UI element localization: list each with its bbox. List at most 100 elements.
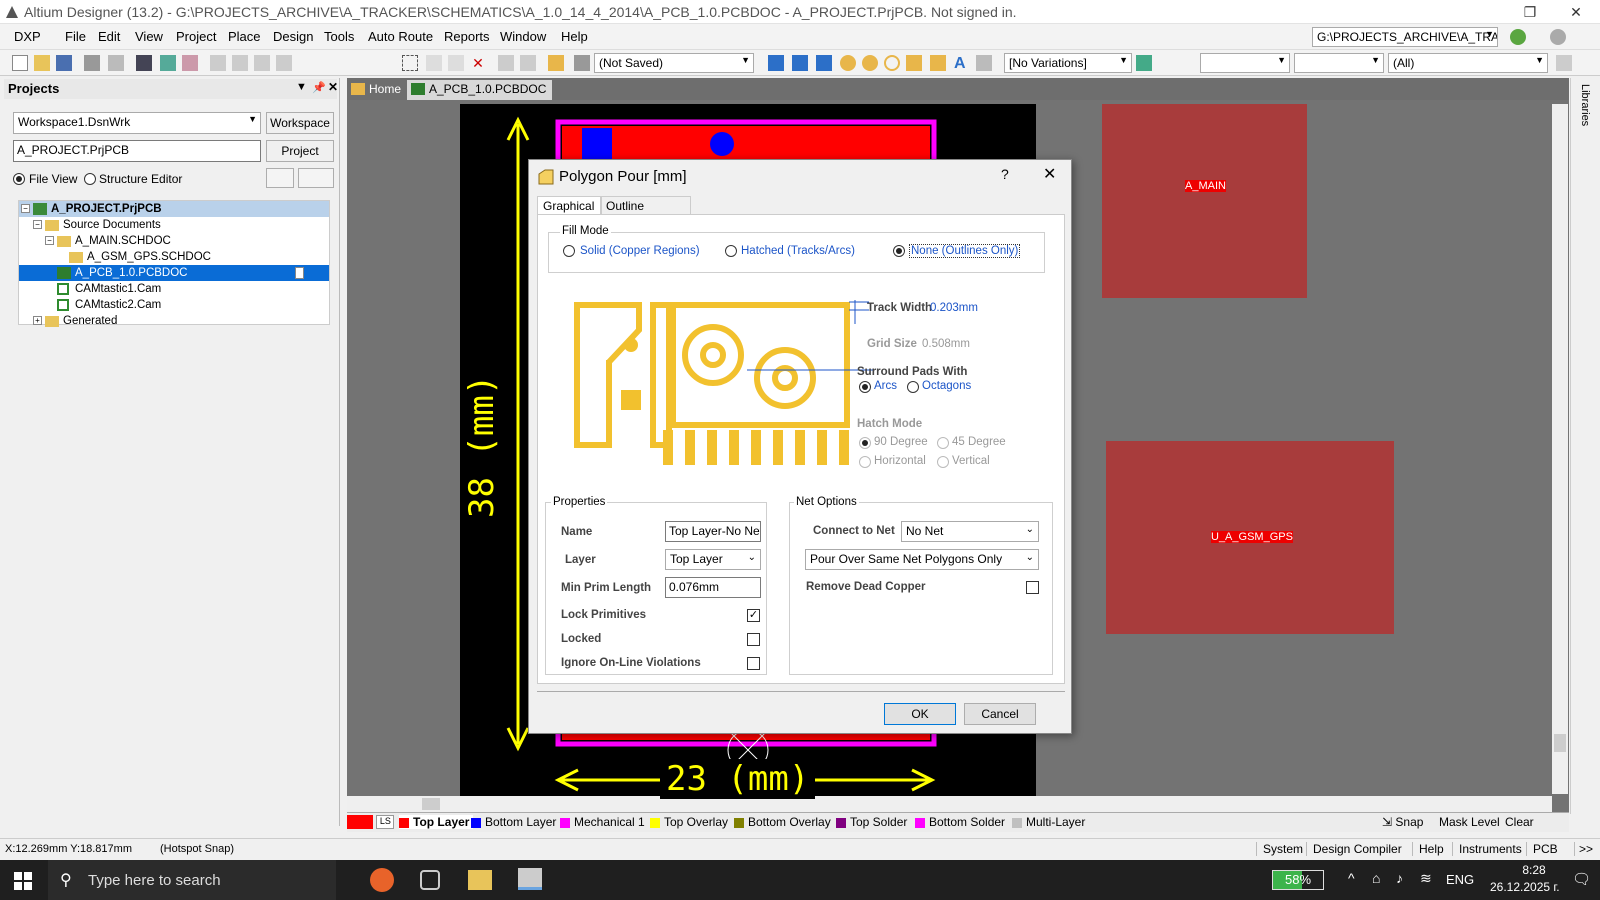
menu-dxp[interactable]: DXP — [14, 29, 41, 44]
component-icon[interactable] — [182, 55, 198, 71]
undo-icon[interactable] — [498, 55, 514, 71]
diff-pair-icon[interactable] — [816, 55, 832, 71]
save-icon[interactable] — [56, 55, 72, 71]
cancel-button[interactable]: Cancel — [964, 703, 1036, 725]
layer-tab-bottom-solder[interactable]: Bottom Solder — [915, 815, 1005, 829]
layer-tab-bottom-layer[interactable]: Bottom Layer — [471, 815, 556, 829]
menu-tools[interactable]: Tools — [324, 29, 354, 44]
horizontal-scrollbar[interactable] — [347, 796, 1552, 812]
print-icon[interactable] — [84, 55, 100, 71]
net-class-combo[interactable]: ▼ — [1200, 53, 1290, 73]
panel-more[interactable]: >> — [1574, 842, 1593, 856]
pin-icon[interactable]: 📌 — [312, 81, 326, 94]
arc-icon[interactable] — [884, 55, 900, 71]
firefox-icon[interactable] — [370, 868, 394, 892]
fill-icon[interactable] — [906, 55, 922, 71]
connect-to-net-select[interactable]: No Net ⌄ — [901, 521, 1039, 542]
select-area-icon[interactable] — [402, 55, 418, 71]
crossprobe-icon[interactable] — [548, 55, 564, 71]
taskbar-search[interactable]: ⚲ Type here to search — [48, 860, 336, 900]
variations-combo[interactable]: [No Variations] ▼ — [1004, 53, 1132, 73]
dialog-help-button[interactable]: ? — [1001, 166, 1009, 182]
net-combo[interactable]: ▼ — [1294, 53, 1384, 73]
current-layer-swatch[interactable]: LS — [347, 814, 395, 829]
project-field[interactable]: A_PROJECT.PrjPCB — [13, 140, 261, 162]
tree-item-gsm-schdoc[interactable]: A_GSM_GPS.SCHDOC — [19, 249, 329, 265]
multi-route-icon[interactable] — [792, 55, 808, 71]
tree-item-main-schdoc[interactable]: − A_MAIN.SCHDOC — [19, 233, 329, 249]
pad-icon[interactable] — [840, 55, 856, 71]
layer-tab-multi-layer[interactable]: Multi-Layer — [1012, 815, 1085, 829]
remove-dead-copper-checkbox[interactable] — [1026, 581, 1039, 594]
project-button[interactable]: Project — [266, 140, 334, 162]
string-icon[interactable]: A — [954, 55, 970, 72]
zoom-area-icon[interactable] — [232, 55, 248, 71]
zoom-select-icon[interactable] — [254, 55, 270, 71]
workspace-button[interactable]: Workspace — [266, 112, 334, 134]
lock-primitives-checkbox[interactable]: ✓ — [747, 609, 760, 622]
board-icon[interactable] — [160, 55, 176, 71]
menu-design[interactable]: Design — [273, 29, 313, 44]
panel-pcb[interactable]: PCB — [1526, 842, 1558, 856]
structure-editor-radio[interactable] — [84, 173, 96, 185]
vertical-scroll-thumb[interactable] — [1554, 734, 1566, 752]
panel-menu-icon[interactable]: ▼ — [296, 81, 307, 93]
layer-tab-top-solder[interactable]: Top Solder — [836, 815, 907, 829]
save-state-combo[interactable]: (Not Saved) ▼ — [594, 53, 754, 73]
via-icon[interactable] — [862, 55, 878, 71]
variant-icon[interactable] — [1136, 55, 1152, 71]
menu-auto-route[interactable]: Auto Route — [368, 29, 433, 44]
tree-item-cam2[interactable]: CAMtastic2.Cam — [19, 297, 329, 313]
menu-view[interactable]: View — [135, 29, 163, 44]
notifications-icon[interactable]: 🗨 — [1572, 870, 1591, 888]
panel-design-compiler[interactable]: Design Compiler — [1306, 842, 1402, 856]
zoom-filter-icon[interactable] — [276, 55, 292, 71]
polygon-icon[interactable] — [930, 55, 946, 71]
volume-icon[interactable]: ♪ — [1396, 870, 1403, 886]
layer-select[interactable]: Top Layer ⌄ — [665, 549, 761, 570]
battery-indicator[interactable]: 58% — [1272, 870, 1324, 890]
panel-close-icon[interactable]: ✕ — [328, 80, 338, 94]
surround-arcs-radio[interactable] — [859, 381, 871, 393]
ignore-violations-checkbox[interactable] — [747, 657, 760, 670]
clock-time[interactable]: 8:28 — [1502, 863, 1566, 877]
dialog-close-button[interactable]: ✕ — [1043, 164, 1056, 184]
filter-apply-icon[interactable] — [1556, 55, 1572, 71]
camera-app-icon[interactable] — [420, 870, 440, 890]
min-prim-length-field[interactable]: 0.076mm — [665, 577, 761, 598]
tab-outline-vertices[interactable]: Outline Vertices — [601, 196, 691, 227]
chevron-up-icon[interactable]: ^ — [1348, 870, 1355, 886]
forward-icon[interactable] — [1550, 29, 1566, 45]
file-explorer-icon[interactable] — [468, 870, 492, 890]
panel-layers-button[interactable] — [266, 168, 294, 188]
libraries-tab[interactable]: Libraries — [1579, 84, 1591, 126]
windows-start-icon[interactable] — [14, 872, 32, 890]
layer-tab-top-overlay[interactable]: Top Overlay — [650, 815, 728, 829]
clear-button[interactable]: Clear — [1505, 815, 1534, 829]
tab-home[interactable]: Home — [347, 80, 407, 100]
tab-pcbdoc[interactable]: A_PCB_1.0.PCBDOC — [407, 80, 553, 100]
filter-combo[interactable]: (All) ▼ — [1388, 53, 1548, 73]
zoom-fit-icon[interactable] — [210, 55, 226, 71]
snap-toggle[interactable]: ⇲ Snap — [1382, 815, 1423, 829]
tree-item-generated[interactable]: + Generated — [19, 313, 329, 329]
back-icon[interactable] — [1510, 29, 1526, 45]
name-field[interactable]: Top Layer-No Net — [665, 521, 761, 542]
open-icon[interactable] — [34, 55, 50, 71]
menu-window[interactable]: Window — [500, 29, 546, 44]
tree-item-project[interactable]: − A_PROJECT.PrjPCB — [19, 201, 329, 217]
network-icon[interactable]: ⌂ — [1372, 870, 1380, 886]
altium-taskbar-icon[interactable] — [518, 868, 542, 890]
panel-open-button[interactable] — [298, 168, 334, 188]
fill-solid-radio[interactable] — [563, 245, 575, 257]
component-gsm-gps[interactable]: U_A_GSM_GPS — [1106, 441, 1394, 634]
restore-button[interactable]: ❐ — [1510, 2, 1550, 22]
clear-selection-icon[interactable]: ✕ — [470, 55, 486, 71]
tree-item-pcbdoc[interactable]: A_PCB_1.0.PCBDOC — [19, 265, 329, 281]
horizontal-scroll-thumb[interactable] — [422, 798, 440, 810]
locked-checkbox[interactable] — [747, 633, 760, 646]
component-a-main[interactable]: A_MAIN — [1102, 104, 1307, 298]
wifi-icon[interactable]: ≋ — [1420, 870, 1432, 887]
panel-help[interactable]: Help — [1412, 842, 1444, 856]
panel-instruments[interactable]: Instruments — [1452, 842, 1522, 856]
